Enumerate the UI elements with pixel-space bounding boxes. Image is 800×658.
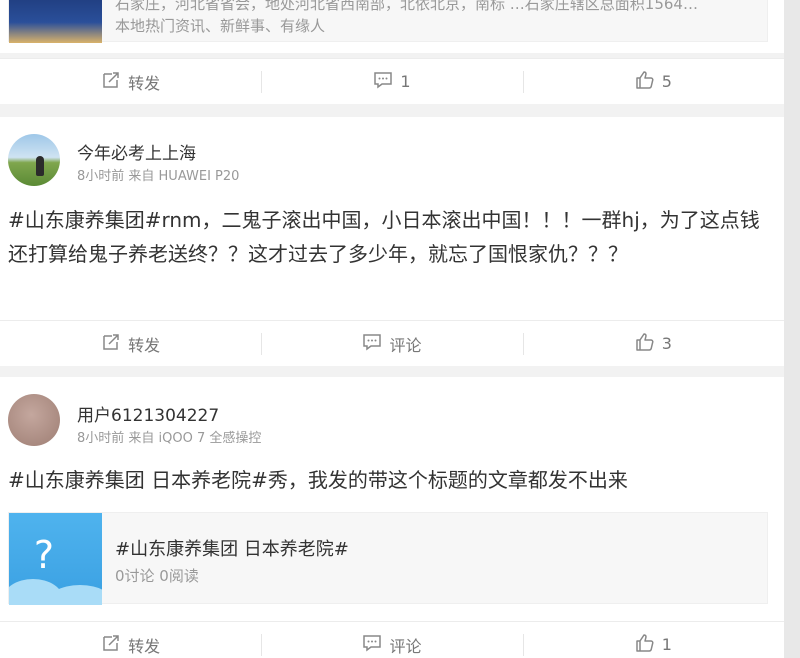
- post-actions-0: 转发 1 5: [0, 58, 784, 104]
- like-button[interactable]: 3: [522, 321, 784, 367]
- thumbs-up-icon: [635, 633, 655, 657]
- username[interactable]: 今年必考上上海: [77, 139, 196, 164]
- weibo-feed: 石家庄，河北省省会，地处河北省西南部，北依北京，南标 …石家庄辖区总面积1564…: [0, 0, 784, 658]
- post-text: #山东康养集团#rnm，二鬼子滚出中国，小日本滚出中国！！！一群hj，为了这点钱…: [8, 208, 760, 266]
- repost-label: 转发: [128, 335, 161, 355]
- topic-stats: 0讨论 0阅读: [115, 567, 199, 585]
- thumbs-up-icon: [635, 70, 655, 94]
- repost-button[interactable]: 转发: [0, 321, 261, 367]
- repost-button[interactable]: 转发: [0, 59, 261, 105]
- thumbs-up-icon: [635, 332, 655, 356]
- repost-icon: [101, 70, 121, 94]
- repost-icon: [101, 332, 121, 356]
- repost-button[interactable]: 转发: [0, 622, 261, 658]
- post-actions-1: 转发 评论 3: [0, 320, 784, 366]
- topic-link-card[interactable]: ? #山东康养集团 日本养老院# 0讨论 0阅读: [8, 512, 768, 605]
- comment-icon: [373, 70, 393, 94]
- like-count: 5: [661, 72, 672, 91]
- avatar-figure: [36, 156, 44, 176]
- repost-icon: [101, 633, 121, 657]
- post-card-0: 石家庄，河北省省会，地处河北省西南部，北依北京，南标 …石家庄辖区总面积1564…: [0, 0, 784, 53]
- post-text: #山东康养集团 日本养老院#秀，我发的带这个标题的文章都发不出来: [8, 468, 628, 492]
- like-count: 1: [661, 635, 672, 654]
- post-card-2: 用户6121304227 8小时前 来自 iQOO 7 全感操控 #山东康养集团…: [0, 377, 784, 621]
- username[interactable]: 用户6121304227: [77, 401, 219, 426]
- post-meta: 8小时前 来自 iQOO 7 全感操控: [77, 431, 262, 446]
- avatar[interactable]: [8, 394, 60, 446]
- topic-title: #山东康养集团 日本养老院#: [115, 539, 349, 560]
- location-excerpt: 石家庄，河北省省会，地处河北省西南部，北依北京，南标 …石家庄辖区总面积1564…: [115, 0, 698, 13]
- topic-thumbnail: ?: [9, 513, 102, 605]
- like-button[interactable]: 1: [522, 622, 784, 658]
- like-count: 3: [661, 334, 672, 353]
- comment-icon: [362, 633, 382, 657]
- comment-label: 评论: [389, 636, 422, 656]
- post-actions-2: 转发 评论 1: [0, 621, 784, 658]
- location-card[interactable]: 石家庄，河北省省会，地处河北省西南部，北依北京，南标 …石家庄辖区总面积1564…: [8, 0, 768, 43]
- comment-label: 评论: [389, 335, 422, 355]
- avatar[interactable]: [8, 134, 60, 186]
- comment-button[interactable]: 评论: [261, 622, 522, 658]
- comment-button[interactable]: 1: [261, 59, 522, 105]
- like-button[interactable]: 5: [522, 59, 784, 105]
- repost-label: 转发: [128, 636, 161, 656]
- comment-icon: [362, 332, 382, 356]
- comment-button[interactable]: 评论: [261, 321, 522, 367]
- comment-count: 1: [400, 72, 411, 91]
- location-thumbnail: [9, 0, 102, 43]
- repost-label: 转发: [128, 73, 161, 93]
- location-subtitle: 本地热门资讯、新鲜事、有缘人: [115, 17, 326, 35]
- post-meta: 8小时前 来自 HUAWEI P20: [77, 169, 240, 184]
- question-mark-icon: ?: [33, 533, 55, 577]
- scrollbar[interactable]: [784, 0, 800, 658]
- post-card-1: 今年必考上上海 8小时前 来自 HUAWEI P20 #山东康养集团#rnm，二…: [0, 117, 784, 320]
